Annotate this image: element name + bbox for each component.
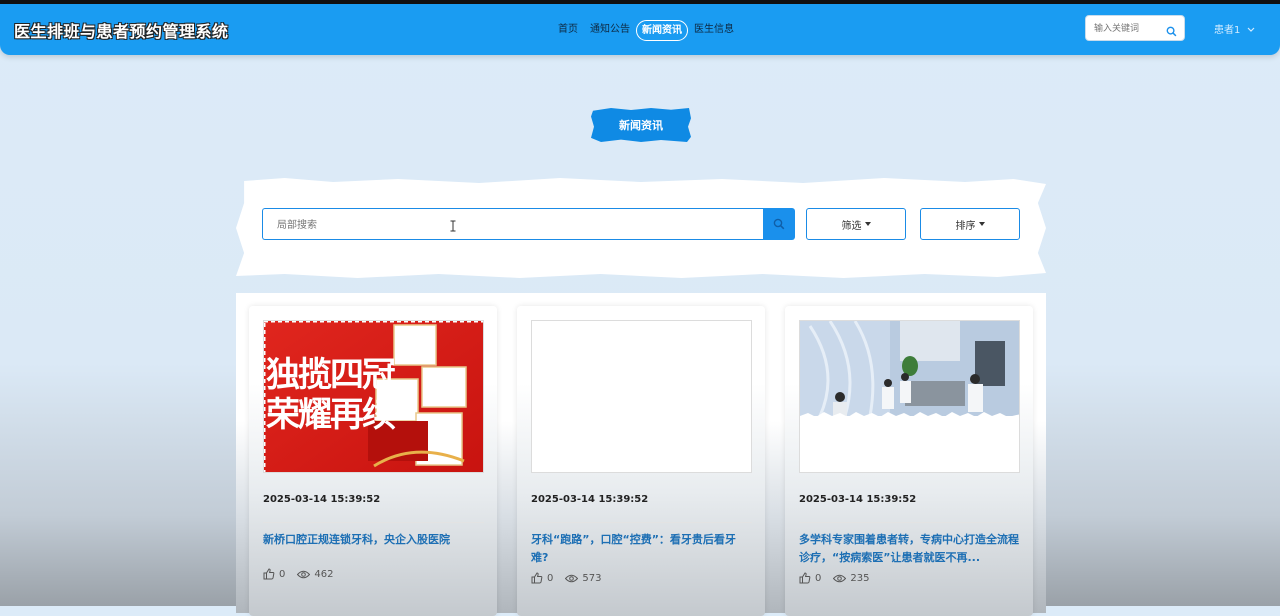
news-image[interactable]: 独揽四冠 荣耀再续 xyxy=(263,320,484,473)
divider xyxy=(531,522,752,523)
news-date: 2025-03-14 15:39:52 xyxy=(263,494,381,505)
view-count: 235 xyxy=(850,572,870,584)
nav-notices[interactable]: 通知公告 xyxy=(584,19,636,41)
local-search-field xyxy=(262,208,764,240)
search-icon[interactable] xyxy=(1166,22,1177,41)
sort-label: 排序 xyxy=(955,220,976,232)
news-date: 2025-03-14 15:39:52 xyxy=(799,494,917,505)
search-icon xyxy=(773,218,785,230)
header-search-input[interactable] xyxy=(1092,20,1166,38)
caret-down-icon xyxy=(864,222,871,226)
nav-home[interactable]: 首页 xyxy=(552,19,584,41)
user-name: 患者1 xyxy=(1214,25,1241,36)
caret-down-icon xyxy=(978,222,985,226)
text-cursor-icon xyxy=(450,220,456,232)
chevron-down-icon xyxy=(1247,27,1254,32)
view-count: 462 xyxy=(314,568,334,580)
nav-doctors[interactable]: 医生信息 xyxy=(688,19,740,41)
local-search-button[interactable] xyxy=(763,208,795,240)
like-count: 0 xyxy=(547,572,554,584)
image-caption: 独揽四冠 荣耀再续 xyxy=(266,355,396,435)
divider xyxy=(263,522,484,523)
filter-label: 筛选 xyxy=(841,220,862,232)
nav-news[interactable]: 新闻资讯 xyxy=(636,19,688,41)
news-title[interactable]: 牙科“跑路”，口腔“控费”：看牙贵后看牙难? xyxy=(531,531,752,567)
eye-icon xyxy=(297,570,311,578)
news-card[interactable]: 2025-03-14 15:39:52 牙科“跑路”，口腔“控费”：看牙贵后看牙… xyxy=(517,306,765,616)
like-count: 0 xyxy=(815,572,822,584)
sort-dropdown[interactable]: 排序 xyxy=(920,208,1020,240)
thumbs-up-icon[interactable] xyxy=(799,572,811,584)
site-brand[interactable]: 医生排班与患者预约管理系统 xyxy=(14,18,229,42)
eye-icon xyxy=(833,574,847,582)
news-title[interactable]: 多学科专家围着患者转，专病中心打造全流程诊疗，“按病索医”让患者就医不再... xyxy=(799,531,1020,567)
news-image[interactable] xyxy=(799,320,1020,473)
news-stats: 0 573 xyxy=(531,572,601,584)
view-count: 573 xyxy=(582,572,602,584)
divider xyxy=(799,522,1020,523)
top-navbar: 医生排班与患者预约管理系统 首页 通知公告 新闻资讯 医生信息 患者1 xyxy=(0,4,1280,55)
news-card[interactable]: 2025-03-14 15:39:52 多学科专家围着患者转，专病中心打造全流程… xyxy=(785,306,1033,616)
main-nav: 首页 通知公告 新闻资讯 医生信息 xyxy=(552,17,740,43)
eye-icon xyxy=(565,574,579,582)
section-title: 新闻资讯 xyxy=(591,108,691,142)
header-search xyxy=(1085,15,1185,41)
news-image-placeholder[interactable] xyxy=(531,320,752,473)
filter-dropdown[interactable]: 筛选 xyxy=(806,208,906,240)
thumbs-up-icon[interactable] xyxy=(531,572,543,584)
news-stats: 0 462 xyxy=(263,568,333,580)
thumbs-up-icon[interactable] xyxy=(263,568,275,580)
image-caption-line: 独揽四冠 xyxy=(266,355,396,395)
local-search-input[interactable] xyxy=(275,216,579,234)
news-card[interactable]: 独揽四冠 荣耀再续 2025-03-14 15:39:52 新桥口腔正规连锁牙科… xyxy=(249,306,497,616)
news-stats: 0 235 xyxy=(799,572,869,584)
like-count: 0 xyxy=(279,568,286,580)
news-title[interactable]: 新桥口腔正规连锁牙科，央企入股医院 xyxy=(263,531,484,549)
image-caption-line: 荣耀再续 xyxy=(266,395,396,435)
user-menu[interactable]: 患者1 xyxy=(1214,21,1255,36)
news-date: 2025-03-14 15:39:52 xyxy=(531,494,649,505)
